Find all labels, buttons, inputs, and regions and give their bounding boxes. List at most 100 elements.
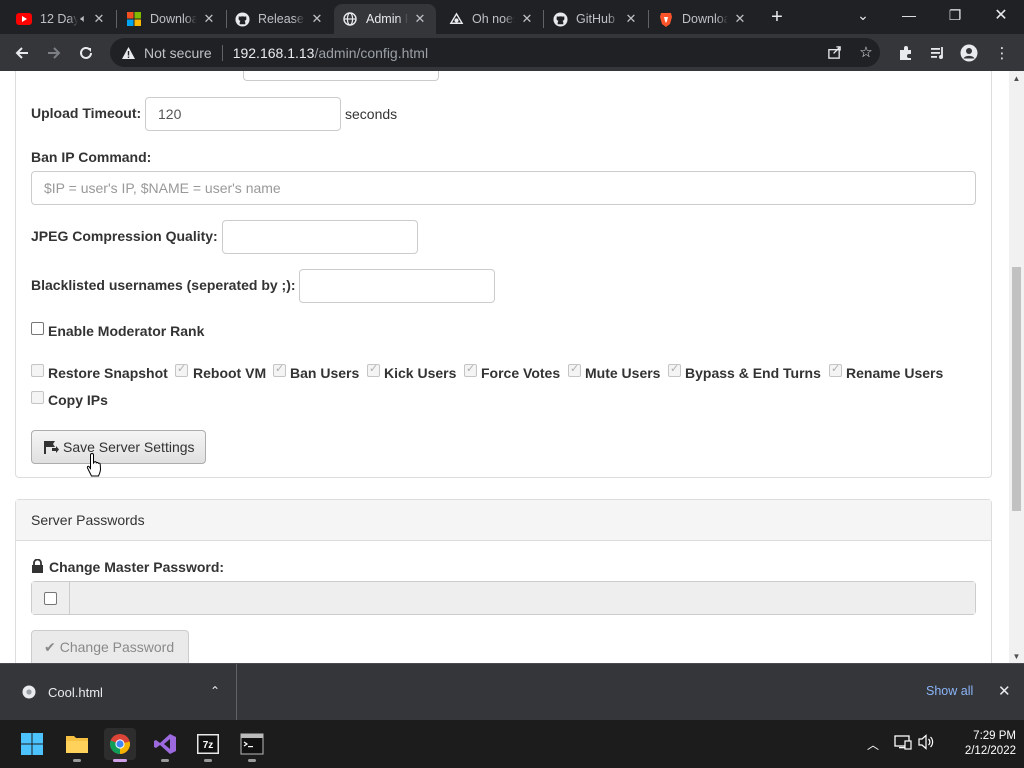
warning-icon[interactable] xyxy=(120,45,136,61)
upload-timeout-input[interactable]: 120 xyxy=(145,97,341,131)
extensions-icon[interactable] xyxy=(895,42,917,64)
visual-studio-icon[interactable] xyxy=(149,728,181,762)
download-item[interactable]: Cool.html ⌃ xyxy=(0,664,237,720)
tab-github[interactable]: GitHub ✕ xyxy=(544,4,647,34)
perm-label-copy-ips: Copy IPs xyxy=(48,392,108,408)
media-queue-icon[interactable] xyxy=(927,42,949,64)
clock-date: 2/12/2022 xyxy=(964,745,1016,757)
tab-title: Releases… xyxy=(258,12,305,26)
master-password-input[interactable] xyxy=(70,582,975,614)
tab-releases[interactable]: Releases… ✕ xyxy=(226,4,333,34)
profile-avatar-icon[interactable] xyxy=(958,42,980,64)
minimize-button[interactable]: — xyxy=(886,0,932,30)
blacklist-input[interactable] xyxy=(299,269,495,303)
close-tab-icon[interactable]: ✕ xyxy=(91,11,107,27)
speaker-icon[interactable]: 🔈︎ xyxy=(80,13,87,26)
tab-title: Download… xyxy=(150,12,197,26)
close-tab-icon[interactable]: ✕ xyxy=(412,11,428,27)
perm-checkbox-copy-ips[interactable] xyxy=(31,391,44,404)
tab-youtube[interactable]: 12 Days of… 🔈︎ ✕ xyxy=(8,4,115,34)
chevron-up-icon[interactable]: ⌃ xyxy=(210,684,220,698)
address-bar[interactable]: Not secure 192.168.1.13/admin/config.htm… xyxy=(110,38,880,67)
moderator-label: Enable Moderator Rank xyxy=(48,323,205,339)
perm-checkbox-ban-users[interactable] xyxy=(273,362,286,377)
tab-title: GitHub xyxy=(576,12,615,26)
reload-button[interactable] xyxy=(72,39,100,67)
browser-menu-icon[interactable]: ⋮ xyxy=(991,42,1013,64)
perm-checkbox-rename-users[interactable] xyxy=(829,362,842,377)
ban-ip-label: Ban IP Command: xyxy=(31,149,152,165)
url-host[interactable]: 192.168.1.13 xyxy=(233,45,315,61)
perm-label-reboot-vm: Reboot VM xyxy=(193,365,267,381)
tab-download-brave[interactable]: Download… ✕ xyxy=(650,4,756,34)
previous-field-input[interactable] xyxy=(243,71,439,81)
perm-checkbox-kick-users[interactable] xyxy=(367,362,380,377)
perm-checkbox-reboot-vm[interactable] xyxy=(175,362,188,377)
scroll-up-arrow[interactable]: ▲ xyxy=(1009,71,1024,85)
github-icon xyxy=(234,11,250,27)
save-server-settings-button[interactable]: Save Server Settings xyxy=(31,430,206,464)
volume-icon[interactable] xyxy=(918,734,936,753)
close-tab-icon[interactable]: ✕ xyxy=(309,11,325,27)
terminal-icon[interactable] xyxy=(236,728,268,762)
perm-checkbox-bypass-end-turns[interactable] xyxy=(668,362,681,377)
blacklist-label: Blacklisted usernames (seperated by ;): xyxy=(31,277,296,293)
master-password-checkbox[interactable] xyxy=(44,591,57,605)
perm-checkbox-mute-users[interactable] xyxy=(568,362,581,377)
close-window-button[interactable]: ✕ xyxy=(978,0,1024,30)
chrome-icon[interactable] xyxy=(104,728,136,762)
download-bar: Cool.html ⌃ Show all ✕ xyxy=(0,663,1024,720)
tab-oh-noes[interactable]: Oh noes! ✕ xyxy=(440,4,543,34)
bookmark-star-icon[interactable]: ☆ xyxy=(856,42,876,62)
page-scrollbar[interactable]: ▲ ▼ xyxy=(1009,71,1024,663)
not-secure-label[interactable]: Not secure xyxy=(144,45,212,61)
jpeg-quality-label: JPEG Compression Quality: xyxy=(31,228,218,244)
forward-button[interactable] xyxy=(40,39,68,67)
perm-label-mute-users: Mute Users xyxy=(585,365,661,381)
download-file-name: Cool.html xyxy=(48,684,103,700)
network-icon[interactable] xyxy=(894,734,912,753)
show-hidden-icons-chevron[interactable]: ︿ xyxy=(867,736,879,753)
file-explorer-icon[interactable] xyxy=(61,728,93,762)
perm-checkbox-restore-snapshot[interactable] xyxy=(31,364,44,377)
share-icon[interactable] xyxy=(824,42,844,62)
moderator-checkbox[interactable] xyxy=(31,322,44,335)
tab-title: 12 Days of… xyxy=(40,12,79,26)
scroll-down-arrow[interactable]: ▼ xyxy=(1009,649,1024,663)
windows-taskbar: 7z ︿ 7:29 PM 2/12/2022 xyxy=(0,720,1024,768)
browser-toolbar: Not secure 192.168.1.13/admin/config.htm… xyxy=(0,34,1024,71)
bug-icon xyxy=(448,11,464,27)
ban-ip-input[interactable]: $IP = user's IP, $NAME = user's name xyxy=(31,171,976,205)
clock-time: 7:29 PM xyxy=(973,730,1016,742)
close-tab-icon[interactable]: ✕ xyxy=(732,11,748,27)
change-master-password-label: Change Master Password: xyxy=(49,559,225,575)
globe-icon xyxy=(342,11,358,27)
tab-title: Oh noes! xyxy=(472,12,515,26)
close-tab-icon[interactable]: ✕ xyxy=(519,11,535,27)
change-password-button[interactable]: ✔ Change Password xyxy=(31,630,189,663)
back-button[interactable] xyxy=(8,39,36,67)
system-clock[interactable]: 7:29 PM 2/12/2022 xyxy=(944,729,1016,759)
tab-admin-panel[interactable]: Admin Panel ✕ xyxy=(334,4,436,34)
close-tab-icon[interactable]: ✕ xyxy=(201,11,217,27)
tab-download-microsoft[interactable]: Download… ✕ xyxy=(118,4,225,34)
save-flag-icon xyxy=(43,439,59,455)
perm-label-kick-users: Kick Users xyxy=(384,365,457,381)
brave-icon xyxy=(658,11,674,27)
close-download-bar-icon[interactable]: ✕ xyxy=(998,682,1011,700)
jpeg-quality-input[interactable] xyxy=(222,220,418,254)
master-password-toggle[interactable] xyxy=(32,582,70,614)
url-path[interactable]: /admin/config.html xyxy=(314,45,428,61)
close-tab-icon[interactable]: ✕ xyxy=(623,11,639,27)
new-tab-button[interactable]: + xyxy=(766,6,788,28)
show-all-link[interactable]: Show all xyxy=(926,684,973,698)
perm-checkbox-force-votes[interactable] xyxy=(464,362,477,377)
windows-start-icon[interactable] xyxy=(16,728,48,760)
restore-button[interactable]: ❐ xyxy=(932,0,978,30)
scrollbar-thumb[interactable] xyxy=(1012,267,1021,511)
perm-label-ban-users: Ban Users xyxy=(290,365,360,381)
page-viewport: Upload Timeout: 120 seconds Ban IP Comma… xyxy=(0,71,1009,663)
7zip-icon[interactable]: 7z xyxy=(192,728,224,762)
tab-search-button[interactable]: ⌄ xyxy=(840,0,886,30)
server-passwords-title: Server Passwords xyxy=(31,512,145,528)
